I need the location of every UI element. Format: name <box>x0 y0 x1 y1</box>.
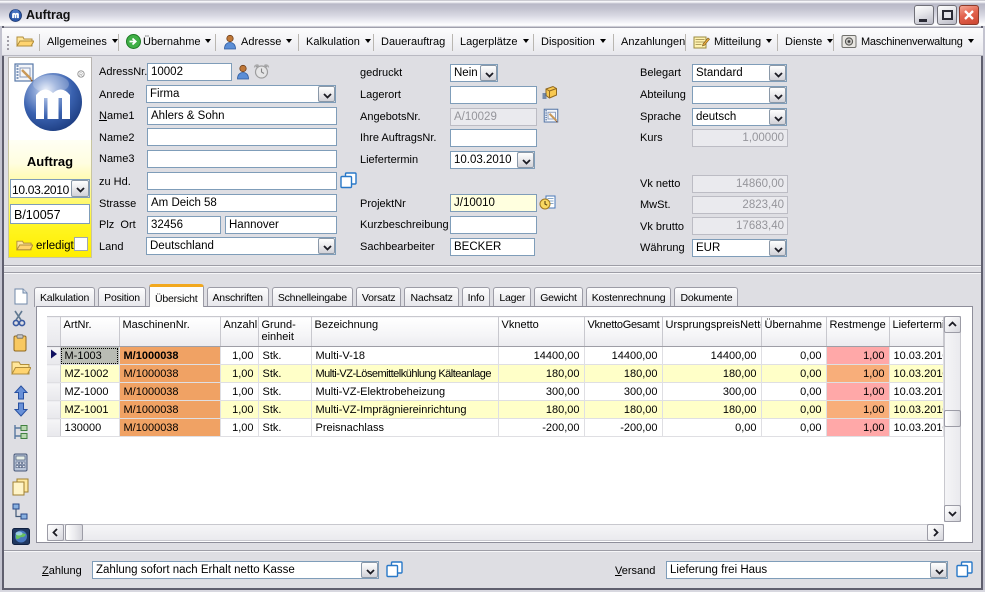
svg-text:R: R <box>79 72 83 78</box>
